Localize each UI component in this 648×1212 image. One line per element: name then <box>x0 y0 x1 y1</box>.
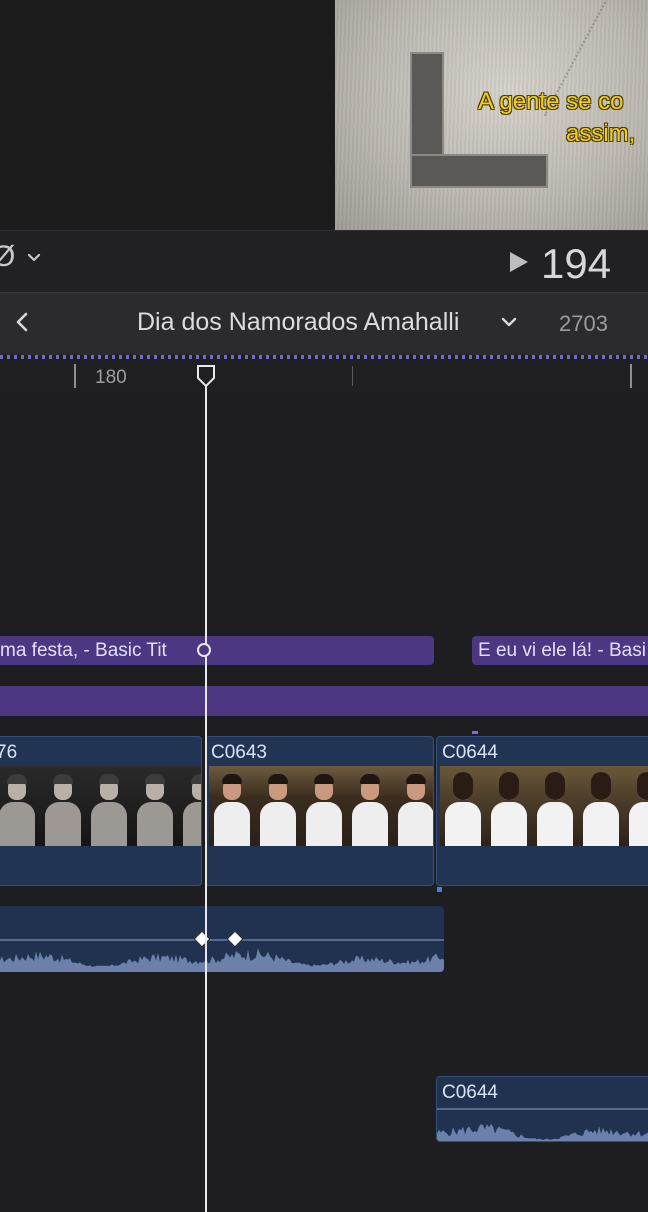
clip-thumbnail <box>132 766 178 846</box>
clip-edge-marker <box>437 887 442 892</box>
subtitle-line-1: A gente se co <box>478 88 624 115</box>
playhead-clip-indicator <box>197 643 211 657</box>
shirt-logo-graphic <box>410 52 548 188</box>
clip-name: C0643 <box>211 742 267 763</box>
project-menu-chevron-icon[interactable] <box>500 313 518 331</box>
audio-clip[interactable]: C0644 <box>436 1076 648 1142</box>
ruler-time-label: 180 <box>95 367 127 388</box>
ruler-range-dots <box>0 355 648 359</box>
clip-thumbnail <box>40 766 86 846</box>
clip-marker <box>472 731 478 734</box>
audio-waveform <box>437 1108 648 1141</box>
video-clip[interactable]: 76 <box>0 736 202 886</box>
clip-thumbnail <box>486 766 532 846</box>
clip-thumbnail <box>624 766 648 846</box>
chevron-down-icon[interactable] <box>26 250 42 266</box>
project-duration: 2703 <box>559 311 608 336</box>
clip-thumbnail <box>209 766 255 846</box>
ruler-tick <box>74 364 76 388</box>
back-chevron-icon[interactable] <box>12 311 32 333</box>
clip-thumbnail <box>255 766 301 846</box>
clip-name: 76 <box>0 742 18 763</box>
playhead-handle[interactable] <box>196 364 216 388</box>
clip-thumbnail <box>301 766 347 846</box>
clip-name: C0644 <box>442 742 498 763</box>
clip-thumbnail <box>440 766 486 846</box>
clip-thumbnail <box>532 766 578 846</box>
playhead[interactable] <box>205 376 207 1212</box>
audio-clip[interactable] <box>0 906 444 972</box>
title-clip[interactable]: ma festa, - Basic Tit <box>0 636 434 665</box>
play-icon[interactable] <box>508 250 530 274</box>
video-preview-frame[interactable]: A gente se co assim, <box>335 0 648 230</box>
timecode-display: 194 <box>541 240 612 287</box>
clip-thumbnail <box>347 766 393 846</box>
clip-thumbnail <box>393 766 433 846</box>
clip-thumbnail <box>178 766 201 846</box>
speed-retime-icon[interactable]: Ø <box>0 242 15 272</box>
clip-filmstrip <box>0 766 201 846</box>
clip-name: C0644 <box>442 1082 498 1103</box>
ruler-tick <box>630 364 632 388</box>
title-clip[interactable]: E eu vi ele lá! - Basi <box>472 636 648 665</box>
clip-filmstrip <box>209 766 433 846</box>
clip-thumbnail <box>578 766 624 846</box>
audio-waveform <box>0 939 444 972</box>
subtitle-line-2: assim, <box>566 120 636 147</box>
clip-thumbnail <box>0 766 40 846</box>
project-title[interactable]: Dia dos Namorados Amahalli <box>137 308 459 337</box>
ruler-tick <box>352 366 353 386</box>
clip-filmstrip <box>440 766 648 846</box>
video-clip[interactable]: C0643 <box>205 736 434 886</box>
video-clip[interactable]: C0644 <box>436 736 648 886</box>
clip-thumbnail <box>86 766 132 846</box>
title-clip-lane[interactable] <box>0 686 648 716</box>
